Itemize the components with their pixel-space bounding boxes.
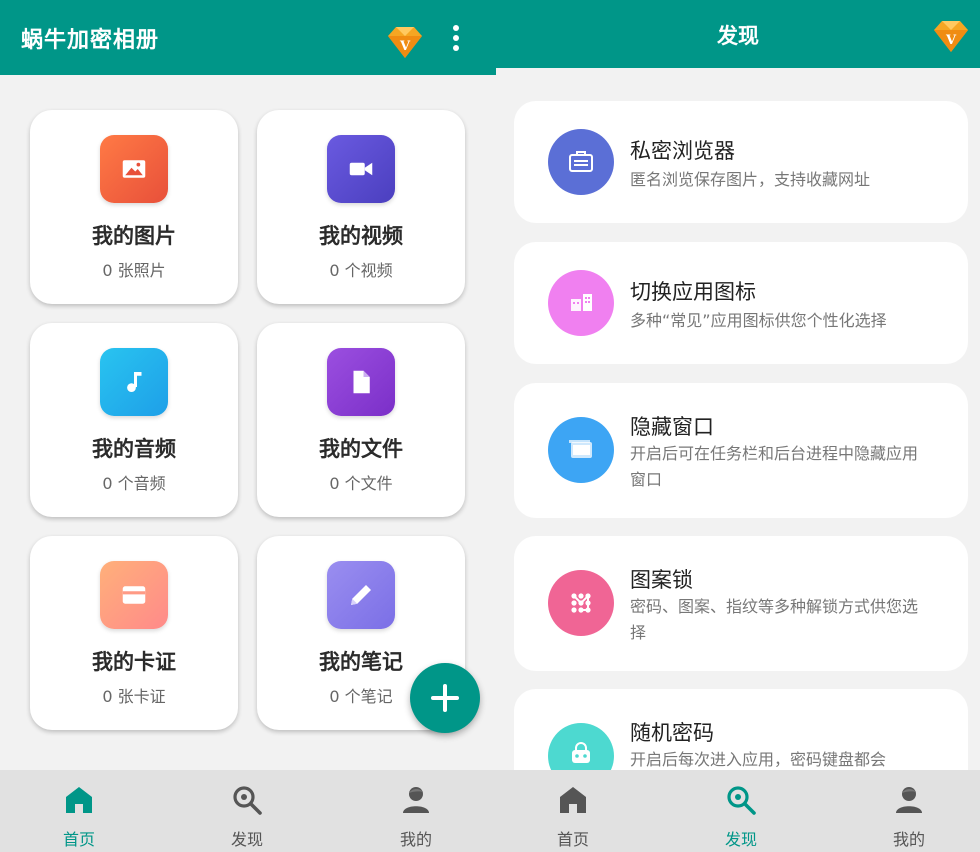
tab-label: 我的 [892,830,925,849]
vip-diamond-icon[interactable]: V [932,18,970,54]
tab-home[interactable]: 首页 [523,770,623,852]
list-item-private-browser[interactable]: 私密浏览器 匿名浏览保存图片，支持收藏网址 [514,101,968,223]
tab-label: 首页 [556,830,589,849]
list-item-hide-window[interactable]: 隐藏窗口 开启后可在任务栏和后台进程中隐藏应用窗口 [514,383,968,518]
card-subtitle: 0 个视频 [329,261,393,280]
item-description: 密码、图案、指纹等多种解锁方式供您选择 [630,597,919,642]
page-title: 发现 [717,24,759,48]
svg-text:V: V [399,39,411,54]
discover-screen: 发现 V 私密浏览器 匿名浏览保存图片，支持收藏网址 切换应用图标 多种“常见”… [496,0,980,852]
card-subtitle: 0 张卡证 [102,687,166,706]
card-my-cards[interactable]: 我的卡证 0 张卡证 [30,536,238,730]
card-subtitle: 0 张照片 [102,261,166,280]
card-title: 我的图片 [92,224,176,248]
tab-label: 首页 [62,830,95,849]
image-icon [100,135,168,203]
card-subtitle: 0 个音频 [102,474,166,493]
card-icon [100,561,168,629]
card-title: 我的文件 [319,437,403,461]
card-subtitle: 0 个文件 [329,474,393,493]
home-screen: 蜗牛加密相册 V 我的图片 0 张照片 我的视频 0 个视频 我的音频 0 个音… [0,0,496,852]
search-icon [233,786,262,815]
pencil-icon [327,561,395,629]
add-button[interactable] [410,663,480,733]
item-description: 匿名浏览保存图片，支持收藏网址 [630,170,871,189]
tab-label: 发现 [724,830,757,849]
card-title: 我的音频 [92,437,176,461]
tab-discover[interactable]: 发现 [197,770,297,852]
tab-mine[interactable]: 我的 [859,770,959,852]
search-icon [727,786,756,815]
tab-discover[interactable]: 发现 [691,770,791,852]
item-title: 隐藏窗口 [630,415,714,439]
discover-top-bar: 发现 V [496,0,980,68]
tab-label: 发现 [230,830,263,849]
tab-home[interactable]: 首页 [29,770,129,852]
card-title: 我的卡证 [92,650,176,674]
more-options-icon[interactable] [446,25,466,55]
pattern-lock-icon [548,570,614,636]
list-item-pattern-lock[interactable]: 图案锁 密码、图案、指纹等多种解锁方式供您选择 [514,536,968,671]
card-my-audio[interactable]: 我的音频 0 个音频 [30,323,238,517]
list-item-switch-icon[interactable]: 切换应用图标 多种“常见”应用图标供您个性化选择 [514,242,968,364]
item-description: 开启后可在任务栏和后台进程中隐藏应用窗口 [630,444,919,489]
item-title: 随机密码 [630,721,714,745]
card-title: 我的视频 [319,224,403,248]
card-my-images[interactable]: 我的图片 0 张照片 [30,110,238,304]
home-top-bar: 蜗牛加密相册 V [0,0,496,75]
home-icon [560,787,586,813]
window-icon [548,417,614,483]
item-title: 私密浏览器 [630,139,735,163]
item-description: 多种“常见”应用图标供您个性化选择 [630,311,887,330]
card-my-files[interactable]: 我的文件 0 个文件 [257,323,465,517]
bottom-nav: 首页 发现 我的 [496,770,980,852]
vip-diamond-icon[interactable]: V [386,24,424,60]
item-title: 切换应用图标 [630,280,756,304]
briefcase-icon [548,129,614,195]
video-camera-icon [327,135,395,203]
tab-label: 我的 [399,830,432,849]
app-grid-icon [548,270,614,336]
svg-text:V: V [945,33,957,48]
user-icon [403,787,429,813]
home-icon [66,787,92,813]
user-icon [896,787,922,813]
tab-mine[interactable]: 我的 [366,770,466,852]
app-title: 蜗牛加密相册 [21,28,160,53]
file-icon [327,348,395,416]
item-title: 图案锁 [630,568,693,592]
music-note-icon [100,348,168,416]
bottom-nav: 首页 发现 我的 [0,770,496,852]
card-my-videos[interactable]: 我的视频 0 个视频 [257,110,465,304]
